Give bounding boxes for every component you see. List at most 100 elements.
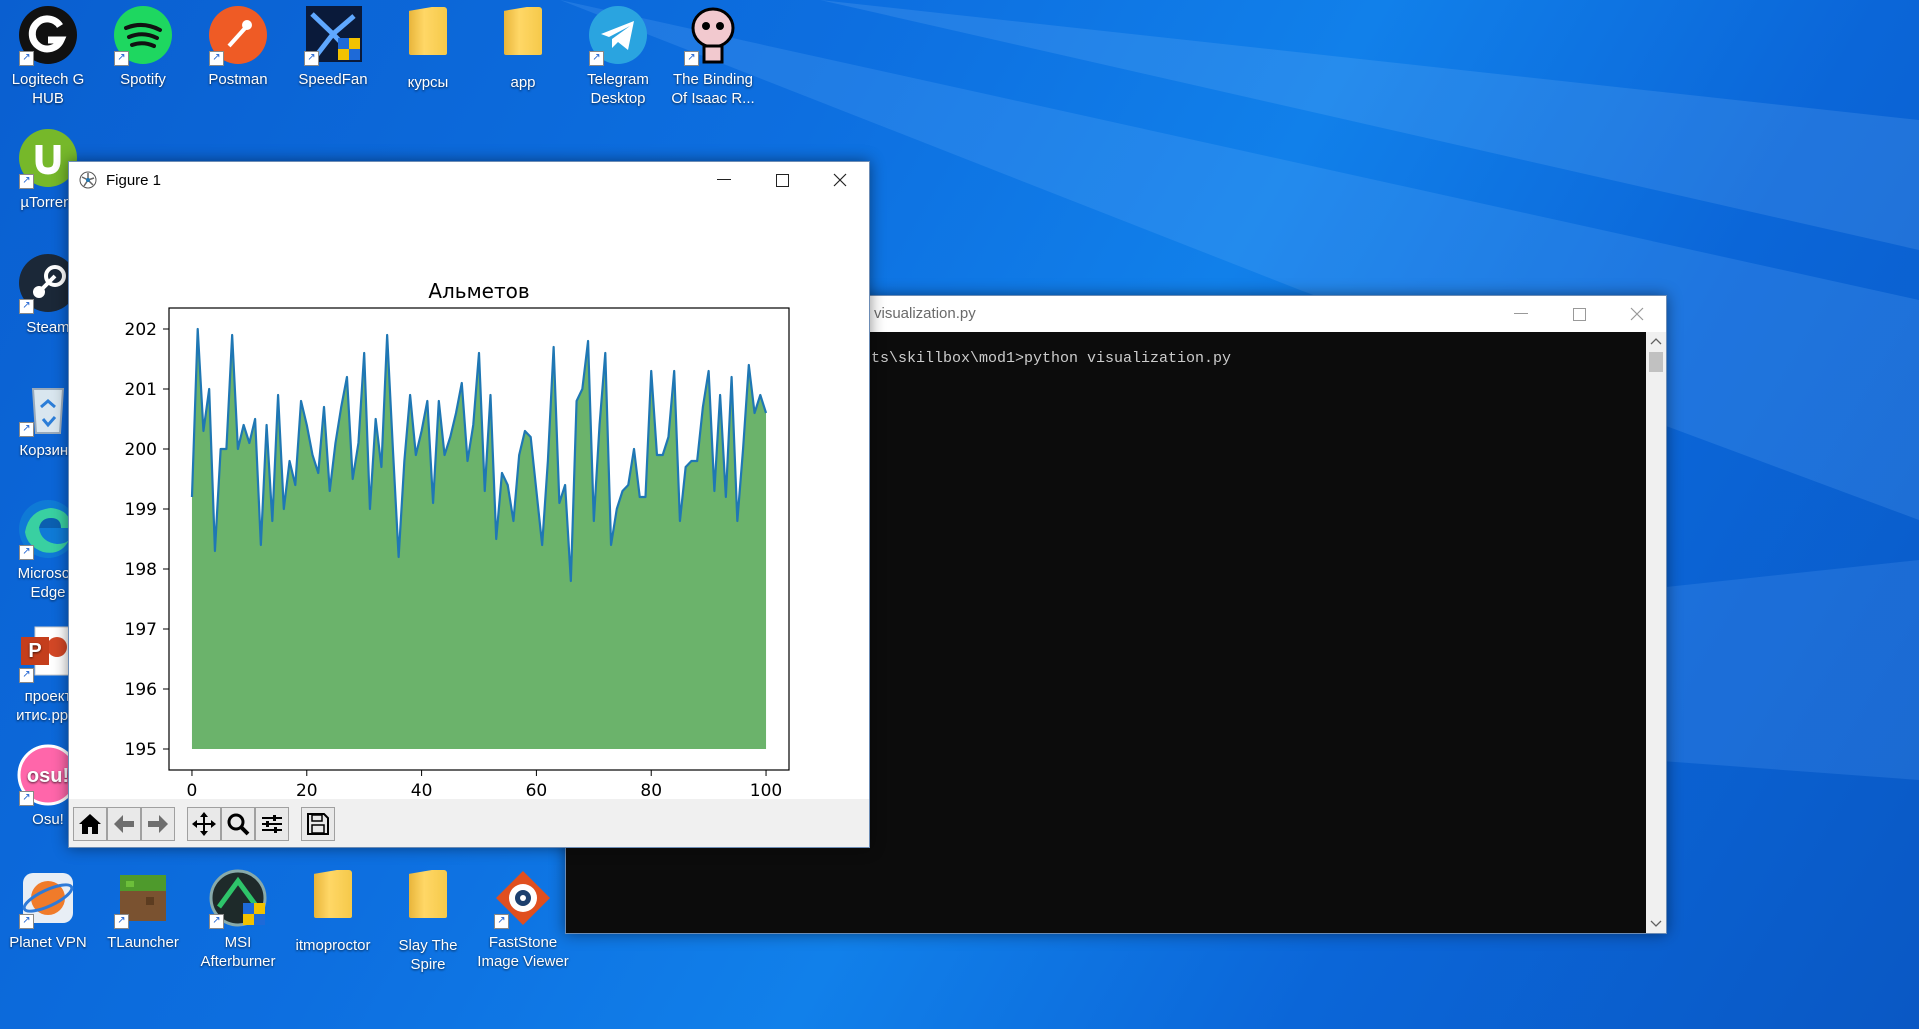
figure-close-button[interactable] (811, 162, 869, 198)
minimize-icon (1514, 313, 1528, 314)
postman-icon: ↗ (207, 4, 269, 66)
arrow-left-icon (114, 815, 134, 833)
shortcut-arrow-icon: ↗ (114, 914, 129, 929)
shortcut-arrow-icon: ↗ (209, 51, 224, 66)
desktop-icon[interactable]: ↗ SpeedFan (285, 0, 381, 89)
y-tick-label: 200 (125, 440, 157, 460)
chart-title: Альметов (428, 279, 529, 303)
scroll-thumb[interactable] (1649, 352, 1663, 372)
desktop-icon[interactable]: ↗ MSI Afterburner (190, 863, 286, 971)
desktop-icon-label: Slay The Spire (398, 937, 458, 973)
logitech-icon: ↗ (17, 4, 79, 66)
desktop-icon[interactable]: ↗ Spotify (95, 0, 191, 89)
shortcut-arrow-icon: ↗ (114, 51, 129, 66)
area-chart[interactable]: Альметов 0 20 40 60 80 100 195 196 197 198 199 200 20… (69, 198, 869, 798)
desktop-icon[interactable]: itmoproctor (285, 863, 381, 955)
desktop-icon-label: TLauncher (107, 934, 179, 951)
desktop-icon[interactable]: ↗ Postman (190, 0, 286, 89)
magnifier-icon (227, 813, 250, 836)
shortcut-arrow-icon: ↗ (19, 914, 34, 929)
desktop-icon-label: The Binding Of Isaac R... (671, 71, 755, 107)
figure-maximize-button[interactable] (753, 162, 811, 198)
shortcut-arrow-icon: ↗ (684, 51, 699, 66)
y-tick-label: 197 (125, 620, 157, 640)
desktop-icon-label: MSI Afterburner (200, 934, 276, 970)
scroll-down-icon[interactable] (1646, 913, 1666, 933)
shortcut-arrow-icon: ↗ (19, 422, 34, 437)
minimize-icon (717, 179, 731, 180)
zoom-button[interactable] (221, 807, 255, 841)
back-button[interactable] (107, 807, 141, 841)
arrow-right-icon (148, 815, 168, 833)
y-tick-label: 196 (125, 680, 157, 700)
maximize-icon (775, 173, 789, 187)
x-tick-label: 40 (411, 781, 433, 798)
desktop-icon-label: Postman (208, 71, 268, 88)
move-icon (192, 812, 216, 836)
maximize-icon (1572, 307, 1586, 321)
scroll-up-icon[interactable] (1646, 332, 1666, 352)
desktop-icon[interactable]: ↗ FastStone Image Viewer (475, 863, 571, 971)
home-button[interactable] (73, 807, 107, 841)
figure-title-bar[interactable]: Figure 1 (69, 162, 869, 198)
matplotlib-logo-icon (79, 171, 97, 189)
home-icon (79, 814, 101, 834)
svg-text:osu!: osu! (27, 765, 69, 787)
folder-icon (302, 870, 364, 932)
desktop-icon[interactable]: ↗ TLauncher (95, 863, 191, 952)
x-tick-label: 80 (640, 781, 662, 798)
shortcut-arrow-icon: ↗ (19, 545, 34, 560)
shortcut-arrow-icon: ↗ (19, 51, 34, 66)
msi-afterburner-icon: ↗ (207, 867, 269, 929)
console-maximize-button[interactable] (1550, 296, 1608, 332)
forward-button[interactable] (141, 807, 175, 841)
shortcut-arrow-icon: ↗ (304, 51, 319, 66)
y-tick-label: 201 (125, 380, 157, 400)
console-close-button[interactable] (1608, 296, 1666, 332)
faststone-icon: ↗ (492, 867, 554, 929)
console-minimize-button[interactable] (1492, 296, 1550, 332)
desktop-icon[interactable]: ↗ Telegram Desktop (570, 0, 666, 108)
figure-minimize-button[interactable] (695, 162, 753, 198)
console-scrollbar[interactable] (1646, 332, 1666, 933)
svg-text:P: P (28, 640, 41, 662)
shortcut-arrow-icon: ↗ (19, 174, 34, 189)
spotify-icon: ↗ (112, 4, 174, 66)
desktop-icon-label: курсы (407, 74, 449, 91)
matplotlib-toolbar (69, 799, 869, 847)
speedfan-icon: ↗ (302, 4, 364, 66)
sliders-icon (262, 815, 282, 833)
folder-icon (397, 870, 459, 932)
close-icon (833, 173, 847, 187)
save-button[interactable] (301, 807, 335, 841)
close-icon (1630, 307, 1644, 321)
figure-title: Figure 1 (106, 171, 162, 189)
x-tick-label: 0 (187, 781, 198, 798)
desktop-icon[interactable]: app (475, 0, 571, 92)
y-tick-label: 198 (125, 560, 157, 580)
x-tick-label: 20 (296, 781, 318, 798)
console-title: visualization.py (874, 305, 976, 322)
y-tick-label: 195 (125, 740, 157, 760)
shortcut-arrow-icon: ↗ (589, 51, 604, 66)
telegram-icon: ↗ (587, 4, 649, 66)
desktop-icon-label: Logitech G HUB (11, 71, 85, 107)
shortcut-arrow-icon: ↗ (19, 791, 34, 806)
desktop-icon[interactable]: ↗ Logitech G HUB (0, 0, 96, 108)
x-tick-label: 100 (750, 781, 782, 798)
desktop-icon[interactable]: курсы (380, 0, 476, 92)
desktop-icon-label: Planet VPN (9, 934, 87, 951)
save-icon (307, 813, 329, 835)
desktop-icon[interactable]: Slay The Spire (380, 863, 476, 974)
pan-button[interactable] (187, 807, 221, 841)
desktop-icon[interactable]: ↗ Planet VPN (0, 863, 96, 952)
figure-window[interactable]: Figure 1 Альметов 0 20 40 60 80 100 195 196 197 19… (68, 161, 870, 848)
desktop-icon[interactable]: ↗ The Binding Of Isaac R... (665, 0, 761, 108)
y-tick-label: 199 (125, 500, 157, 520)
shortcut-arrow-icon: ↗ (19, 668, 34, 683)
configure-subplots-button[interactable] (255, 807, 289, 841)
desktop-icon-label: FastStone Image Viewer (477, 934, 569, 970)
shortcut-arrow-icon: ↗ (209, 914, 224, 929)
planet-vpn-icon: ↗ (17, 867, 79, 929)
desktop-icon-label: SpeedFan (298, 71, 368, 88)
